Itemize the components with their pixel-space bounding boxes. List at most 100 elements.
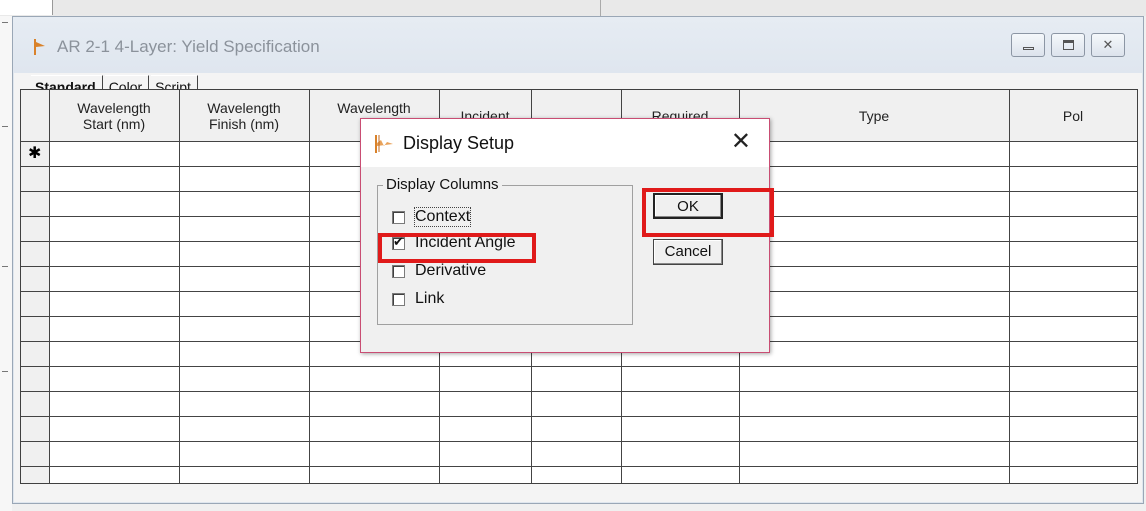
grid-cell[interactable]	[739, 141, 1010, 167]
grid-cell[interactable]	[739, 291, 1010, 317]
column-header-wavelength-start[interactable]: Wavelength Start (nm)	[49, 90, 180, 142]
table-row[interactable]	[21, 441, 1137, 467]
grid-cell[interactable]	[1009, 341, 1137, 367]
grid-cell[interactable]	[739, 366, 1010, 392]
grid-cell[interactable]	[309, 366, 440, 392]
window-titlebar[interactable]: AR 2-1 4-Layer: Yield Specification ✕	[13, 17, 1143, 73]
grid-cell[interactable]	[739, 441, 1010, 467]
grid-cell[interactable]	[1009, 216, 1137, 242]
grid-cell[interactable]	[179, 191, 310, 217]
grid-cell[interactable]	[739, 266, 1010, 292]
grid-cell[interactable]	[179, 391, 310, 417]
grid-cell[interactable]	[1009, 366, 1137, 392]
row-selector[interactable]	[21, 366, 50, 392]
grid-cell[interactable]	[49, 216, 180, 242]
grid-cell[interactable]	[439, 391, 532, 417]
table-row[interactable]	[21, 391, 1137, 417]
grid-cell[interactable]	[439, 416, 532, 442]
row-selector[interactable]	[21, 341, 50, 367]
grid-cell[interactable]	[309, 416, 440, 442]
grid-cell[interactable]	[739, 166, 1010, 192]
row-selector[interactable]	[21, 316, 50, 342]
grid-cell[interactable]	[49, 241, 180, 267]
grid-cell[interactable]	[531, 416, 622, 442]
grid-cell[interactable]	[739, 391, 1010, 417]
row-selector[interactable]	[21, 441, 50, 467]
grid-cell[interactable]	[49, 141, 180, 167]
checkbox-link[interactable]: Link	[392, 290, 444, 308]
grid-cell[interactable]	[49, 191, 180, 217]
dialog-close-icon[interactable]: ✕	[731, 129, 751, 155]
row-selector[interactable]	[21, 416, 50, 442]
grid-cell[interactable]	[621, 441, 740, 467]
grid-cell[interactable]	[49, 441, 180, 467]
dialog-titlebar[interactable]: Display Setup ✕	[361, 119, 769, 167]
grid-cell[interactable]	[179, 141, 310, 167]
minimize-button[interactable]	[1011, 33, 1045, 57]
row-selector[interactable]	[21, 216, 50, 242]
grid-cell[interactable]	[621, 366, 740, 392]
grid-cell[interactable]	[1009, 466, 1137, 483]
grid-cell[interactable]	[179, 216, 310, 242]
column-header-type[interactable]: Type	[739, 90, 1010, 142]
grid-cell[interactable]	[621, 391, 740, 417]
grid-cell[interactable]	[1009, 416, 1137, 442]
table-row[interactable]	[21, 416, 1137, 442]
grid-cell[interactable]	[49, 166, 180, 192]
row-selector[interactable]	[21, 266, 50, 292]
grid-cell[interactable]	[179, 366, 310, 392]
grid-cell[interactable]	[439, 466, 532, 483]
table-row[interactable]	[21, 466, 1137, 483]
column-header-wavelength-finish[interactable]: Wavelength Finish (nm)	[179, 90, 310, 142]
window-close-button[interactable]: ✕	[1091, 33, 1125, 57]
grid-cell[interactable]	[49, 416, 180, 442]
grid-cell[interactable]	[531, 366, 622, 392]
grid-cell[interactable]	[739, 466, 1010, 483]
grid-cell[interactable]	[179, 241, 310, 267]
grid-cell[interactable]	[439, 441, 532, 467]
checkbox-box[interactable]	[392, 264, 405, 278]
row-selector[interactable]	[21, 191, 50, 217]
checkbox-box[interactable]	[392, 292, 405, 306]
grid-cell[interactable]	[179, 316, 310, 342]
grid-cell[interactable]	[49, 391, 180, 417]
grid-cell[interactable]	[1009, 191, 1137, 217]
grid-cell[interactable]	[739, 341, 1010, 367]
grid-cell[interactable]	[621, 466, 740, 483]
row-selector[interactable]	[21, 466, 50, 483]
checkbox-incident-angle[interactable]: Incident Angle	[392, 234, 516, 252]
grid-cell[interactable]	[179, 291, 310, 317]
grid-cell[interactable]	[1009, 391, 1137, 417]
grid-cell[interactable]	[49, 291, 180, 317]
grid-cell[interactable]	[739, 316, 1010, 342]
grid-cell[interactable]	[179, 466, 310, 483]
grid-cell[interactable]	[1009, 241, 1137, 267]
grid-cell[interactable]	[179, 166, 310, 192]
grid-cell[interactable]	[531, 441, 622, 467]
column-header-pol[interactable]: Pol	[1009, 90, 1137, 142]
grid-cell[interactable]	[439, 366, 532, 392]
grid-cell[interactable]	[739, 191, 1010, 217]
table-row[interactable]	[21, 366, 1137, 392]
grid-cell[interactable]	[179, 416, 310, 442]
grid-cell[interactable]	[739, 416, 1010, 442]
row-selector[interactable]	[21, 391, 50, 417]
grid-cell[interactable]	[309, 466, 440, 483]
grid-cell[interactable]	[1009, 141, 1137, 167]
checkbox-box[interactable]	[392, 210, 405, 224]
checkbox-context[interactable]: Context	[392, 207, 472, 227]
row-selector[interactable]	[21, 241, 50, 267]
grid-cell[interactable]	[49, 266, 180, 292]
maximize-button[interactable]	[1051, 33, 1085, 57]
cancel-button[interactable]: Cancel	[653, 239, 723, 265]
grid-cell[interactable]	[49, 316, 180, 342]
checkbox-box[interactable]	[392, 234, 405, 250]
grid-cell[interactable]	[49, 466, 180, 483]
grid-cell[interactable]	[1009, 266, 1137, 292]
grid-cell[interactable]	[739, 241, 1010, 267]
grid-cell[interactable]	[179, 266, 310, 292]
grid-cell[interactable]	[179, 441, 310, 467]
row-selector[interactable]	[21, 291, 50, 317]
grid-cell[interactable]	[49, 341, 180, 367]
grid-cell[interactable]	[309, 391, 440, 417]
